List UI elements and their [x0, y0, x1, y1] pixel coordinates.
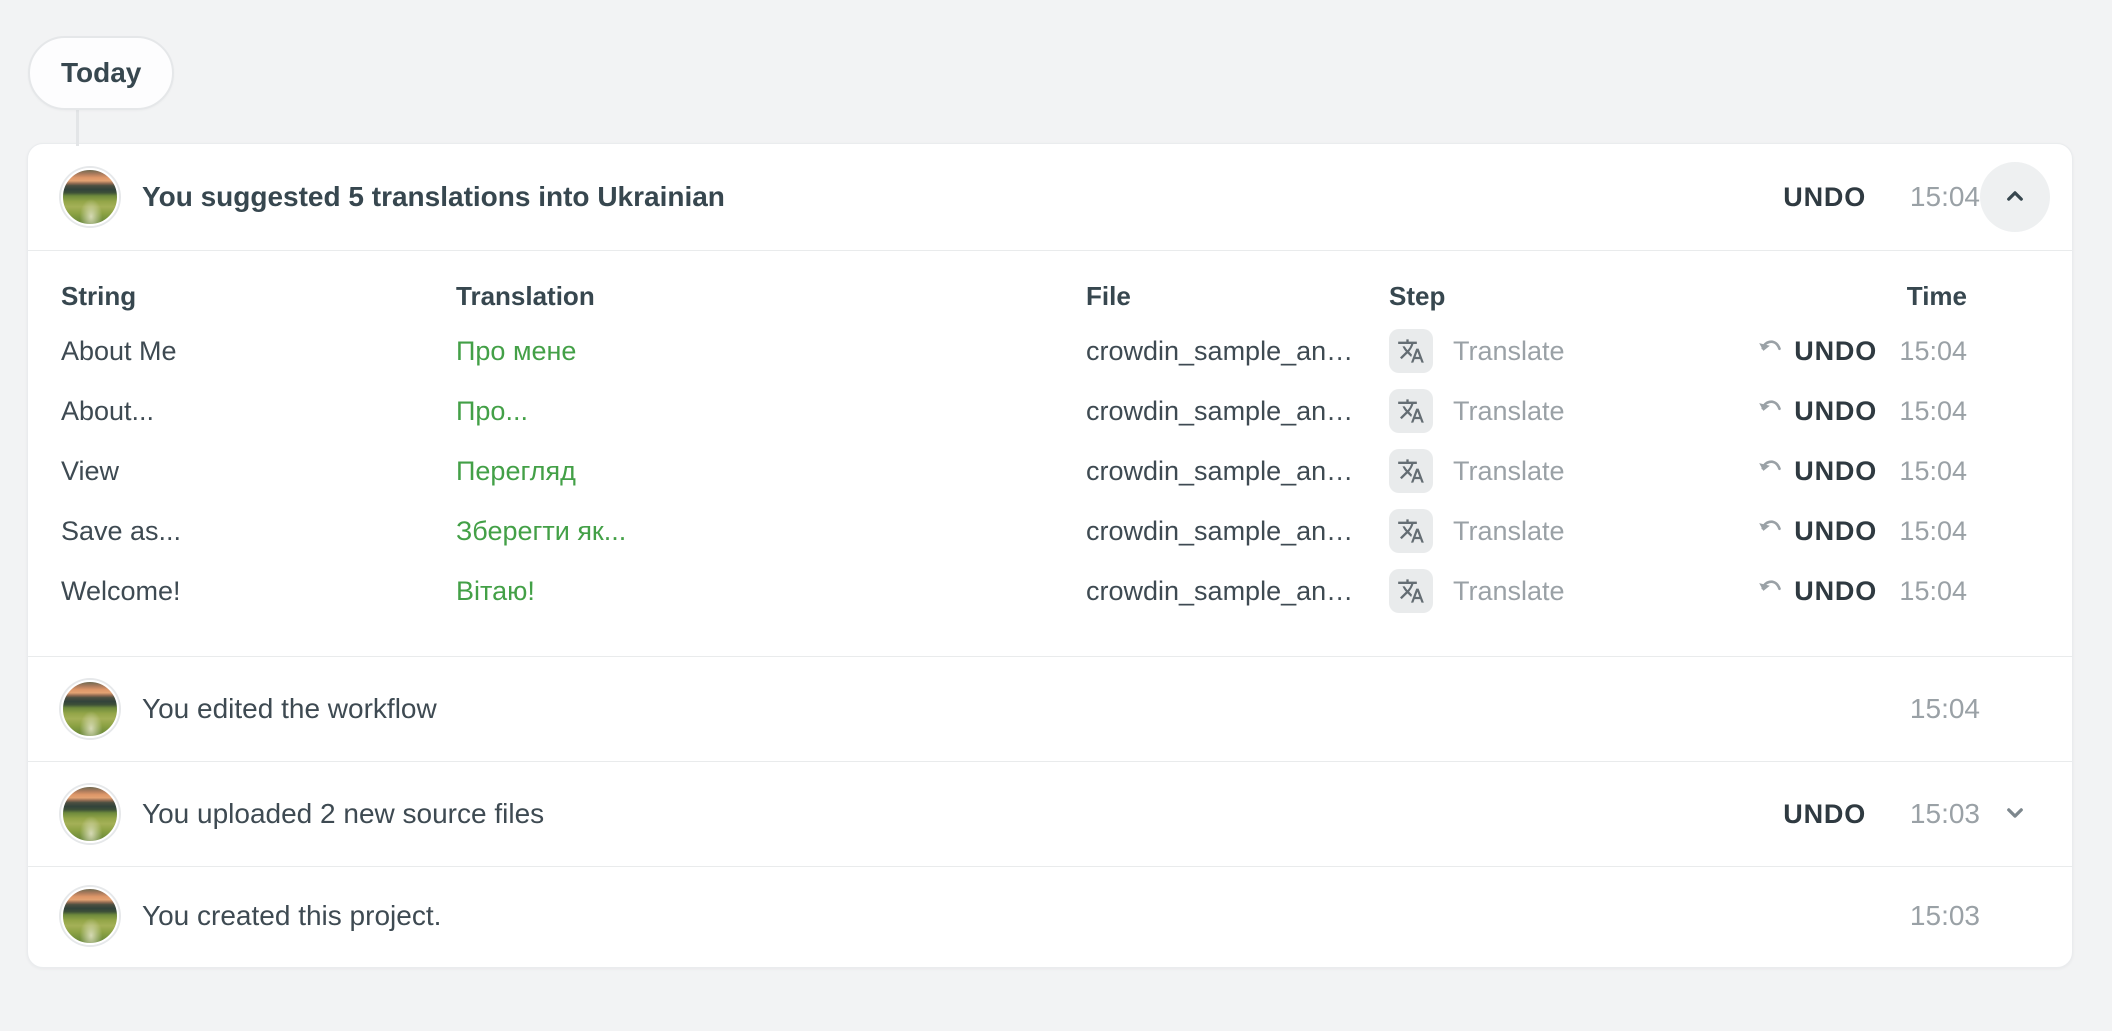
row-time: 15:04	[1877, 576, 1967, 607]
step-cell: Translate	[1389, 329, 1723, 373]
suggestions-table: String Translation File Step Time About …	[28, 251, 2072, 657]
table-row: Welcome! Вітаю! crowdin_sample_an… Trans…	[61, 561, 1967, 621]
column-header-time: Time	[1877, 281, 1967, 312]
step-label: Translate	[1453, 576, 1565, 607]
string-cell: Save as...	[61, 516, 456, 547]
file-cell[interactable]: crowdin_sample_an…	[1086, 576, 1389, 607]
step-label: Translate	[1453, 336, 1565, 367]
step-label: Translate	[1453, 456, 1565, 487]
string-cell: Welcome!	[61, 576, 456, 607]
translate-icon	[1389, 569, 1433, 613]
step-cell: Translate	[1389, 449, 1723, 493]
undo-arrow-icon	[1757, 333, 1794, 369]
file-cell[interactable]: crowdin_sample_an…	[1086, 456, 1389, 487]
activity-title: You created this project.	[142, 900, 441, 932]
collapse-button[interactable]	[1980, 162, 2050, 232]
step-cell: Translate	[1389, 389, 1723, 433]
table-row: View Перегляд crowdin_sample_an… Transla…	[61, 441, 1967, 501]
activity-feed-screen: Today You suggested 5 translations into …	[0, 0, 2112, 1031]
date-badge: Today	[28, 36, 174, 110]
activity-row-suggested: You suggested 5 translations into Ukrain…	[28, 144, 2072, 251]
undo-button[interactable]: UNDO	[1783, 799, 1866, 830]
step-label: Translate	[1453, 516, 1565, 547]
table-row: Save as... Зберегти як... crowdin_sample…	[61, 501, 1967, 561]
row-time: 15:04	[1877, 516, 1967, 547]
row-undo-button[interactable]: UNDO	[1757, 573, 1877, 609]
file-cell[interactable]: crowdin_sample_an…	[1086, 396, 1389, 427]
string-cell: About...	[61, 396, 456, 427]
avatar	[61, 680, 119, 738]
table-header-row: String Translation File Step Time	[61, 271, 1967, 321]
row-undo-label: UNDO	[1794, 336, 1877, 367]
step-label: Translate	[1453, 396, 1565, 427]
date-badge-label: Today	[61, 57, 141, 89]
translate-icon	[1389, 449, 1433, 493]
column-header-file: File	[1086, 281, 1389, 312]
translate-icon	[1389, 509, 1433, 553]
column-header-step: Step	[1389, 281, 1723, 312]
avatar	[61, 785, 119, 843]
translation-cell[interactable]: Про мене	[456, 336, 1086, 367]
column-header-translation: Translation	[456, 281, 1086, 312]
row-time: 15:04	[1877, 456, 1967, 487]
row-undo-button[interactable]: UNDO	[1757, 453, 1877, 489]
row-undo-label: UNDO	[1794, 516, 1877, 547]
avatar	[61, 168, 119, 226]
activity-row-uploaded: You uploaded 2 new source files UNDO 15:…	[28, 762, 2072, 867]
row-undo-button[interactable]: UNDO	[1757, 513, 1877, 549]
chevron-down-icon	[2000, 798, 2030, 831]
row-undo-button[interactable]: UNDO	[1757, 393, 1877, 429]
translate-icon	[1389, 389, 1433, 433]
activity-time: 15:03	[1866, 798, 1980, 830]
undo-arrow-icon	[1757, 513, 1794, 549]
row-undo-label: UNDO	[1794, 396, 1877, 427]
timeline-connector	[76, 108, 79, 146]
string-cell: View	[61, 456, 456, 487]
avatar	[61, 887, 119, 945]
table-row: About Me Про мене crowdin_sample_an… Tra…	[61, 321, 1967, 381]
row-time: 15:04	[1877, 336, 1967, 367]
translation-cell[interactable]: Вітаю!	[456, 576, 1086, 607]
translation-cell[interactable]: Зберегти як...	[456, 516, 1086, 547]
undo-button[interactable]: UNDO	[1783, 182, 1866, 213]
activity-card: You suggested 5 translations into Ukrain…	[27, 143, 2073, 968]
activity-time: 15:04	[1866, 693, 1980, 725]
chevron-up-icon	[2000, 181, 2030, 214]
row-time: 15:04	[1877, 396, 1967, 427]
table-row: About... Про... crowdin_sample_an… Trans…	[61, 381, 1967, 441]
undo-arrow-icon	[1757, 393, 1794, 429]
row-undo-label: UNDO	[1794, 576, 1877, 607]
step-cell: Translate	[1389, 509, 1723, 553]
translation-cell[interactable]: Про...	[456, 396, 1086, 427]
translate-icon	[1389, 329, 1433, 373]
activity-title: You edited the workflow	[142, 693, 437, 725]
string-cell: About Me	[61, 336, 456, 367]
file-cell[interactable]: crowdin_sample_an…	[1086, 516, 1389, 547]
column-header-string: String	[61, 281, 456, 312]
expand-button[interactable]	[1980, 779, 2050, 849]
step-cell: Translate	[1389, 569, 1723, 613]
row-undo-button[interactable]: UNDO	[1757, 333, 1877, 369]
activity-row-workflow: You edited the workflow 15:04	[28, 657, 2072, 762]
row-undo-label: UNDO	[1794, 456, 1877, 487]
activity-row-created: You created this project. 15:03	[28, 867, 2072, 964]
activity-time: 15:03	[1866, 900, 1980, 932]
activity-title: You uploaded 2 new source files	[142, 798, 544, 830]
undo-arrow-icon	[1757, 453, 1794, 489]
undo-arrow-icon	[1757, 573, 1794, 609]
activity-time: 15:04	[1866, 181, 1980, 213]
translation-cell[interactable]: Перегляд	[456, 456, 1086, 487]
activity-title: You suggested 5 translations into Ukrain…	[142, 181, 725, 213]
file-cell[interactable]: crowdin_sample_an…	[1086, 336, 1389, 367]
